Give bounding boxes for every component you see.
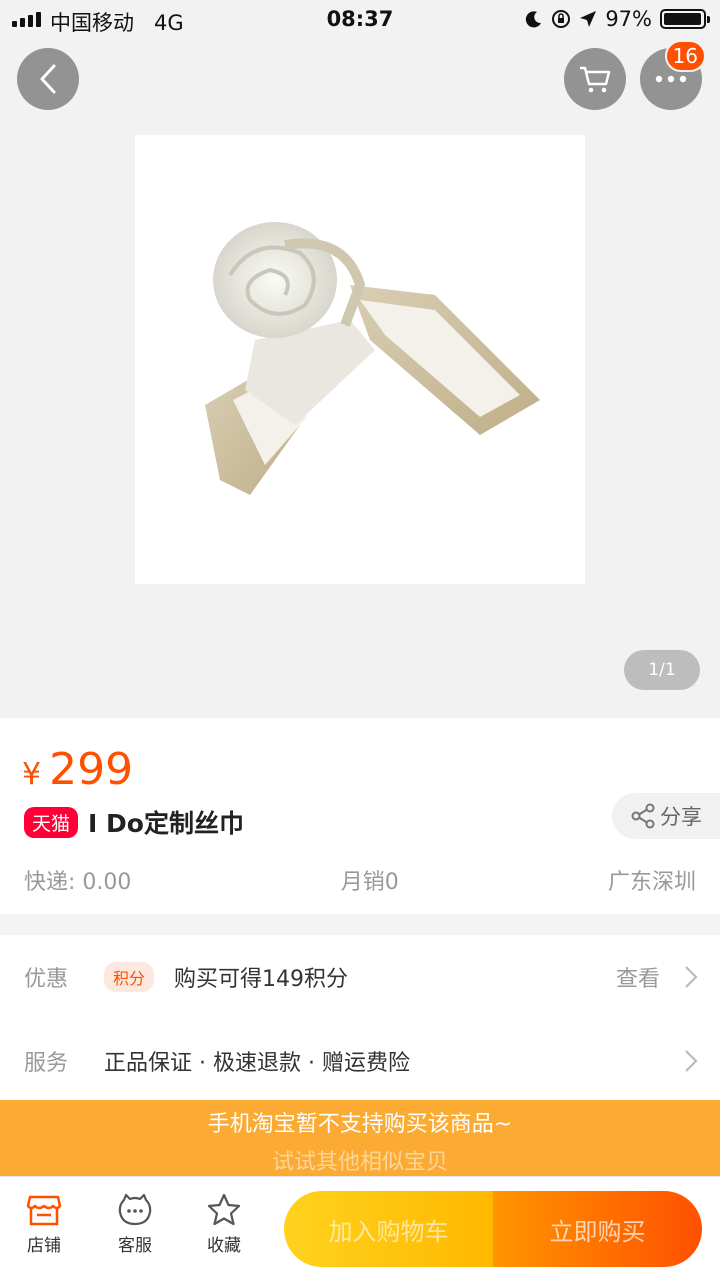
cart-button[interactable] [564,48,626,110]
price: ¥ 299 [22,744,133,795]
promotion-row[interactable]: 优惠 积分 购买可得149积分 查看 [0,935,720,1019]
service-text: 正品保证 · 极速退款 · 赠运费险 [104,1051,410,1076]
rotation-lock-icon [552,10,571,28]
shop-tab[interactable]: 店铺 [4,1193,84,1256]
chevron-right-icon [685,1050,698,1072]
price-value: 299 [49,744,134,795]
customer-service-icon [118,1193,152,1226]
more-dots-icon [655,75,687,83]
tmall-badge: 天猫 [24,806,79,838]
shipping-fee: 快递: 0.00 [24,870,132,895]
product-gallery[interactable]: 16 1/1 [0,0,720,718]
star-icon [207,1193,241,1226]
service-row[interactable]: 服务 正品保证 · 极速退款 · 赠运费险 [0,1019,720,1103]
promotion-label: 优惠 [24,967,69,992]
points-tag: 积分 [104,962,155,992]
purchase-buttons: 加入购物车 立即购买 [284,1191,702,1267]
chevron-right-icon [685,966,698,988]
product-info: ¥ 299 天猫 I Do定制丝巾 分享 快递: 0.00 月销0 广东深圳 [0,718,720,914]
buy-now-button[interactable]: 立即购买 [493,1191,702,1267]
notice-line1: 手机淘宝暂不支持购买该商品~ [207,1112,513,1137]
location-icon [580,11,597,27]
promo-service-card: 优惠 积分 购买可得149积分 查看 服务 正品保证 · 极速退款 · 赠运费险 [0,935,720,1105]
customer-service-label: 客服 [118,1236,152,1256]
ship-location: 广东深圳 [607,870,696,895]
favorite-tab[interactable]: 收藏 [184,1193,264,1256]
product-title: I Do定制丝巾 [88,809,244,838]
shop-icon [26,1195,62,1226]
battery-icon [660,9,710,29]
product-image[interactable] [135,135,585,584]
notice-line2[interactable]: 试试其他相似宝贝 [0,1144,720,1176]
favorite-label: 收藏 [207,1236,241,1256]
add-to-cart-button[interactable]: 加入购物车 [284,1191,493,1267]
shop-label: 店铺 [27,1236,61,1256]
chevron-left-icon [40,64,56,94]
back-button[interactable] [17,48,79,110]
customer-service-tab[interactable]: 客服 [95,1193,175,1256]
battery-percent: 97% [605,7,652,31]
share-button[interactable]: 分享 [612,793,720,839]
gallery-pager: 1/1 [624,650,700,690]
moon-icon [526,11,542,28]
share-label: 分享 [660,805,702,829]
monthly-sales: 月销0 [340,870,399,895]
points-text: 购买可得149积分 [174,967,348,992]
view-link[interactable]: 查看 [616,961,660,993]
unavailable-notice: 手机淘宝暂不支持购买该商品~ 试试其他相似宝贝 [0,1100,720,1176]
more-badge: 16 [664,40,706,72]
status-bar: 中国移动 4G 08:37 97% [0,0,720,40]
cart-icon [580,66,611,93]
share-icon [631,803,655,829]
service-label: 服务 [24,1051,69,1076]
currency-symbol: ¥ [22,757,42,792]
bottom-action-bar: 店铺 客服 收藏 加入购物车 立即购买 [0,1176,720,1280]
